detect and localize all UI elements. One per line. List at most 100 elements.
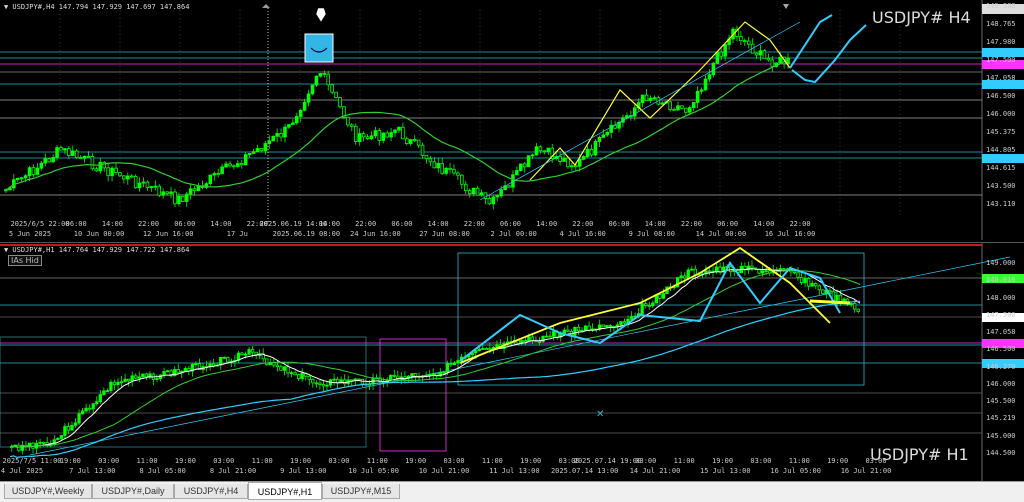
tab-m15[interactable]: USDJPY#,M15 [322, 484, 400, 499]
candle-body [330, 84, 334, 93]
candle-body [577, 158, 582, 167]
candle-body [216, 173, 220, 175]
candle-body [318, 73, 323, 77]
h4-time-label-upper: 06:00 [608, 220, 630, 228]
candle-body [519, 163, 523, 171]
candle-body [684, 107, 688, 113]
h4-time-label-upper: 14:00 [210, 220, 232, 228]
candle-body [307, 375, 311, 380]
candle-body [632, 107, 637, 117]
candle-body [122, 175, 126, 180]
candle-body [271, 135, 275, 142]
candle-body [778, 268, 782, 271]
candle-body [184, 193, 189, 202]
h4-time-label-upper: 14:00 [536, 220, 558, 228]
candle-body [226, 356, 230, 363]
candle-body [686, 269, 690, 279]
tab-weekly[interactable]: USDJPY#,Weekly [4, 484, 92, 499]
candle-body [488, 348, 492, 350]
tab-h4[interactable]: USDJPY#,H4 [174, 484, 248, 499]
h1-time-label: 10 Jul 21:00 [418, 467, 470, 475]
candle-body [523, 340, 527, 342]
candle-body [275, 133, 279, 137]
h1-time-label-upper: 11:00 [481, 457, 503, 465]
ias-hidden-label[interactable]: IAs Hid [8, 255, 42, 266]
candle-body [750, 265, 754, 269]
candle-body [194, 363, 198, 365]
candle-body [471, 187, 476, 195]
candle-body [680, 105, 684, 109]
h1-price-tick: 147.500 [986, 310, 1016, 319]
candle-body [353, 378, 357, 381]
candle-body [300, 372, 304, 380]
candle-body [250, 349, 255, 353]
candle-body [306, 93, 311, 103]
candle-body [593, 141, 598, 156]
candle-body [153, 185, 158, 188]
h1-time-label-upper: 19:00 [827, 457, 849, 465]
candle-body [739, 36, 743, 42]
candle-body [183, 368, 187, 372]
candle-body [283, 126, 287, 138]
h4-time-label-upper: 06:00 [391, 220, 413, 228]
tab-daily[interactable]: USDJPY#,Daily [92, 484, 174, 499]
candle-body [47, 158, 51, 163]
h1-time-label-upper: 03:00 [213, 457, 235, 465]
candle-body [110, 167, 114, 177]
h1-time-label: 2025.07.14 13:00 [550, 467, 619, 475]
h4-price-tick: 148.765 [986, 20, 1016, 28]
h1-time-label: 9 Jul 13:00 [280, 467, 327, 475]
h4-price-tick: 146.500 [986, 92, 1016, 100]
candle-body [385, 132, 389, 138]
h1-time-label-upper: 11:00 [136, 457, 158, 465]
candle-body [365, 136, 370, 139]
candle-body [157, 185, 162, 196]
candle-body [410, 373, 414, 377]
candle-body [648, 97, 653, 101]
candle-body [442, 371, 446, 374]
candle-body [265, 358, 269, 366]
candle-body [821, 289, 825, 294]
candle-body [377, 130, 382, 141]
candle-body [161, 191, 165, 196]
candle-body [86, 155, 91, 158]
candle-body [644, 94, 649, 101]
candle-body [310, 84, 315, 95]
candle-body [311, 378, 315, 384]
candle-body [82, 155, 87, 159]
candle-body [574, 165, 578, 168]
candle-body [353, 125, 358, 143]
candle-body [141, 181, 146, 184]
candle-body [723, 44, 727, 57]
candle-body [699, 89, 704, 92]
candle-body [70, 424, 74, 431]
h4-chart-pane[interactable]: ▼ USDJPY#,H4 147.794 147.929 147.697 147… [0, 0, 1024, 240]
candle-body [719, 51, 724, 57]
h1-chart-pane[interactable]: ✕ ▼ USDJPY#,H1 147.764 147.929 147.722 1… [0, 242, 1024, 481]
candle-body [570, 165, 574, 168]
h1-time-label-upper: 19:00 [711, 457, 734, 465]
candle-body [130, 375, 134, 382]
candle-body [98, 394, 102, 403]
h1-time-label-upper: 11:00 [366, 457, 388, 465]
candle-body [758, 50, 763, 56]
tab-h1[interactable]: USDJPY#,H1 [248, 482, 322, 500]
candle-body [668, 101, 672, 110]
candle-body [279, 366, 283, 371]
h4-shift-marker-icon [783, 4, 789, 9]
candle-body [743, 40, 747, 43]
candle-body [286, 366, 290, 374]
candle-body [346, 116, 350, 126]
candle-body [452, 362, 457, 366]
candle-body [396, 375, 400, 379]
candle-body [123, 378, 127, 383]
candle-body [566, 157, 570, 168]
candle-body [658, 294, 662, 299]
h4-chart-canvas[interactable] [0, 0, 1024, 240]
candle-body [291, 122, 295, 125]
candle-body [192, 188, 197, 192]
h4-time-label-upper: 14:00 [753, 220, 775, 228]
candle-body [314, 75, 319, 86]
candle-body [67, 148, 71, 156]
candle-body [169, 191, 173, 194]
